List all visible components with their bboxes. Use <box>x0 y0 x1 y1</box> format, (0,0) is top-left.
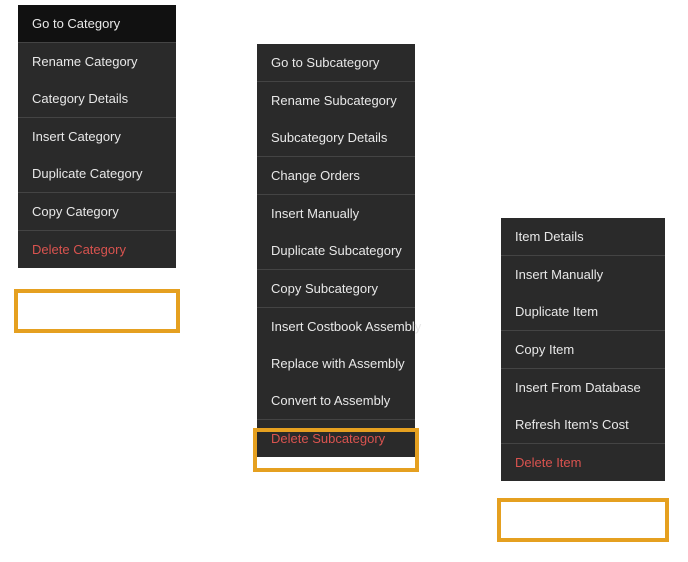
menu-item-rename-category[interactable]: Rename Category <box>18 43 176 80</box>
menu-item-convert-to-assembly[interactable]: Convert to Assembly <box>257 382 415 419</box>
subcategory-context-menu: Go to Subcategory Rename Subcategory Sub… <box>257 44 415 457</box>
highlight-delete-category <box>14 289 180 333</box>
menu-group: Go to Category <box>18 5 176 43</box>
menu-item-delete-subcategory[interactable]: Delete Subcategory <box>257 420 415 457</box>
menu-group: Change Orders <box>257 157 415 195</box>
menu-group: Delete Subcategory <box>257 420 415 457</box>
menu-item-insert-manually-item[interactable]: Insert Manually <box>501 256 665 293</box>
menu-group: Insert Category Duplicate Category <box>18 118 176 193</box>
menu-item-copy-item[interactable]: Copy Item <box>501 331 665 368</box>
menu-item-insert-from-database[interactable]: Insert From Database <box>501 369 665 406</box>
menu-group: Copy Subcategory <box>257 270 415 308</box>
category-context-menu: Go to Category Rename Category Category … <box>18 5 176 268</box>
menu-item-copy-category[interactable]: Copy Category <box>18 193 176 230</box>
menu-group: Rename Category Category Details <box>18 43 176 118</box>
menu-item-replace-with-assembly[interactable]: Replace with Assembly <box>257 345 415 382</box>
menu-item-insert-category[interactable]: Insert Category <box>18 118 176 155</box>
menu-group: Copy Item <box>501 331 665 369</box>
item-context-menu: Item Details Insert Manually Duplicate I… <box>501 218 665 481</box>
menu-item-go-to-category[interactable]: Go to Category <box>18 5 176 42</box>
menu-group: Delete Item <box>501 444 665 481</box>
menu-group: Delete Category <box>18 231 176 268</box>
menu-item-change-orders[interactable]: Change Orders <box>257 157 415 194</box>
menu-item-delete-item[interactable]: Delete Item <box>501 444 665 481</box>
menu-group: Copy Category <box>18 193 176 231</box>
menu-item-subcategory-details[interactable]: Subcategory Details <box>257 119 415 156</box>
menu-item-category-details[interactable]: Category Details <box>18 80 176 117</box>
menu-item-refresh-items-cost[interactable]: Refresh Item's Cost <box>501 406 665 443</box>
menu-item-delete-category[interactable]: Delete Category <box>18 231 176 268</box>
menu-item-go-to-subcategory[interactable]: Go to Subcategory <box>257 44 415 81</box>
menu-item-rename-subcategory[interactable]: Rename Subcategory <box>257 82 415 119</box>
menu-item-insert-costbook-assembly[interactable]: Insert Costbook Assembly <box>257 308 415 345</box>
menu-item-copy-subcategory[interactable]: Copy Subcategory <box>257 270 415 307</box>
menu-item-duplicate-category[interactable]: Duplicate Category <box>18 155 176 192</box>
menu-group: Go to Subcategory <box>257 44 415 82</box>
menu-group: Insert Costbook Assembly Replace with As… <box>257 308 415 420</box>
menu-group: Insert From Database Refresh Item's Cost <box>501 369 665 444</box>
menu-group: Insert Manually Duplicate Subcategory <box>257 195 415 270</box>
menu-item-duplicate-subcategory[interactable]: Duplicate Subcategory <box>257 232 415 269</box>
menu-item-duplicate-item[interactable]: Duplicate Item <box>501 293 665 330</box>
highlight-delete-item <box>497 498 669 542</box>
menu-item-insert-manually-sub[interactable]: Insert Manually <box>257 195 415 232</box>
menu-group: Item Details <box>501 218 665 256</box>
menu-group: Rename Subcategory Subcategory Details <box>257 82 415 157</box>
menu-group: Insert Manually Duplicate Item <box>501 256 665 331</box>
menu-item-item-details[interactable]: Item Details <box>501 218 665 255</box>
